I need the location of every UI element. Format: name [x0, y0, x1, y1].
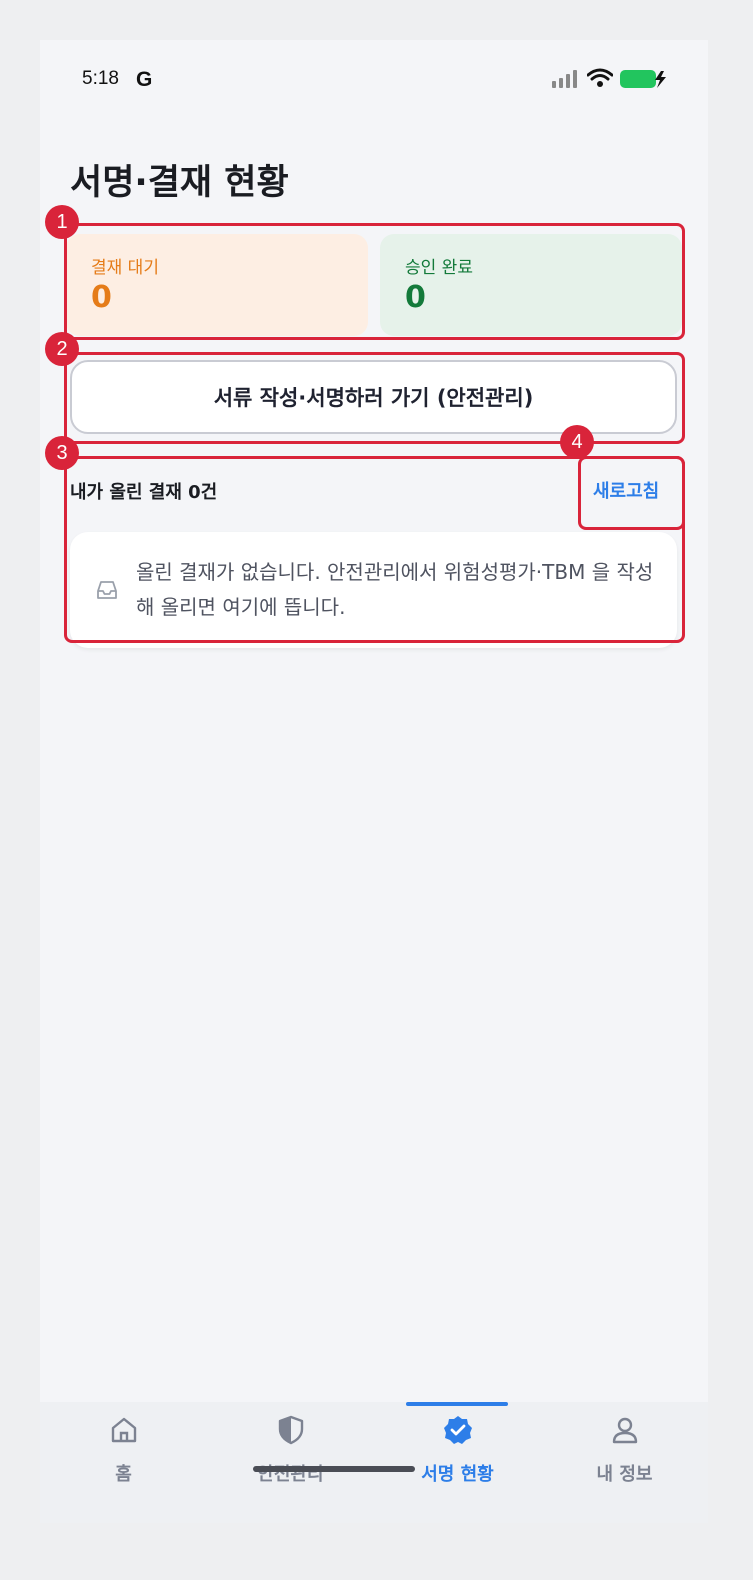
home-indicator[interactable]: [253, 1466, 415, 1472]
tab-safety-label: 안전관리: [257, 1464, 324, 1485]
app-screen: 5:18 G 서명·결재 현황 결재 대기 0 승인 완료 0 서류 작성·서명…: [40, 40, 708, 1523]
annotation-box-2: [64, 352, 685, 444]
wifi-icon: [587, 68, 613, 87]
tab-safety[interactable]: 안전관리: [207, 1402, 374, 1523]
annotation-badge-3: 3: [45, 436, 79, 470]
bottom-navigation: 홈 안전관리 서명 현황 내 정보: [40, 1402, 708, 1523]
status-time: 5:18: [82, 68, 119, 89]
annotation-box-4: [578, 456, 685, 530]
tab-signature-status[interactable]: 서명 현황: [374, 1402, 541, 1523]
annotation-badge-1: 1: [45, 205, 79, 239]
annotation-badge-2: 2: [45, 332, 79, 366]
tab-signature-status-label: 서명 현황: [421, 1464, 494, 1485]
google-g-icon: G: [136, 68, 153, 91]
tab-my-info[interactable]: 내 정보: [541, 1402, 708, 1523]
tab-my-info-label: 내 정보: [596, 1464, 653, 1485]
annotation-badge-4: 4: [560, 425, 594, 459]
shield-icon: [278, 1415, 304, 1445]
battery-charging-icon: [620, 70, 666, 88]
annotation-box-1: [64, 223, 685, 340]
tab-home-label: 홈: [115, 1464, 132, 1485]
verified-badge-icon: [444, 1416, 472, 1444]
tab-home[interactable]: 홈: [40, 1402, 207, 1523]
signal-icon: [552, 70, 577, 88]
user-icon: [612, 1417, 638, 1444]
home-icon: [111, 1417, 137, 1443]
page-title: 서명·결재 현황: [70, 163, 289, 203]
